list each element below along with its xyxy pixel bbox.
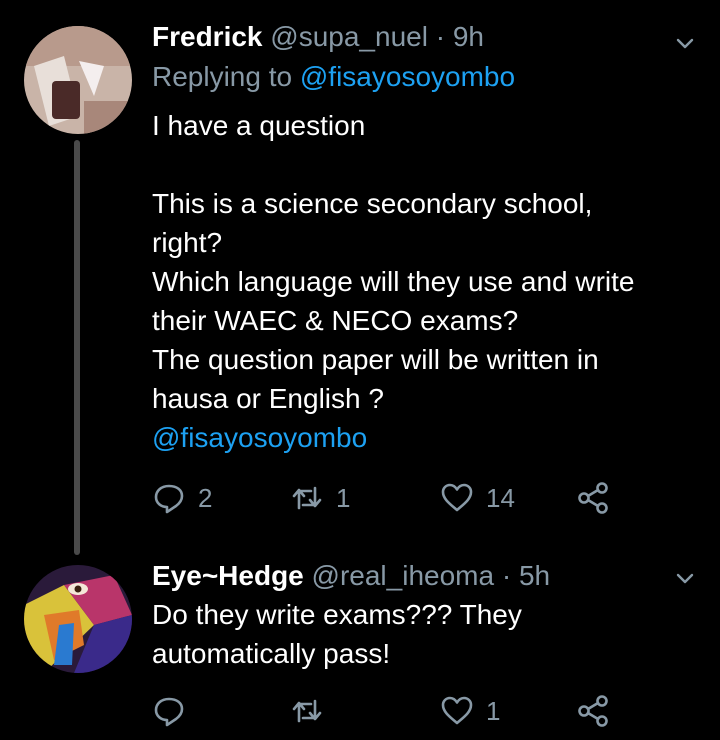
retweet-button[interactable] — [290, 691, 336, 731]
body-mention[interactable]: @fisayosoyombo — [152, 418, 692, 457]
heart-icon — [441, 696, 473, 725]
tweet-text: Do they write exams??? They automaticall… — [152, 595, 692, 673]
heart-icon — [441, 483, 473, 512]
share-icon — [578, 482, 608, 514]
user-handle[interactable]: @supa_nuel — [270, 21, 428, 52]
like-button[interactable]: 1 — [440, 691, 500, 731]
share-button[interactable] — [576, 691, 622, 731]
tweet-line: right? — [152, 227, 223, 258]
tweet-line: Do they write exams??? They — [152, 599, 522, 630]
like-count: 1 — [486, 695, 501, 726]
like-button[interactable]: 14 — [440, 478, 515, 518]
retweet-icon — [292, 699, 322, 723]
share-icon — [578, 695, 608, 727]
chevron-down-icon[interactable] — [674, 32, 696, 54]
tweet-line: automatically pass! — [152, 638, 391, 669]
display-name[interactable]: Eye~Hedge — [152, 560, 304, 591]
tweet-header: Fredrick @supa_nuel · 9h — [152, 20, 484, 54]
reply-icon — [154, 697, 184, 727]
tweet-line: The question paper will be written in — [152, 344, 599, 375]
display-name[interactable]: Fredrick — [152, 21, 263, 52]
tweet-text: I have a question This is a science seco… — [152, 106, 692, 457]
retweet-icon — [292, 486, 322, 510]
action-bar: 2 1 14 — [152, 478, 712, 518]
reply-icon — [154, 484, 184, 514]
user-handle[interactable]: @real_iheoma — [312, 560, 495, 591]
reply-button[interactable]: 2 — [152, 478, 212, 518]
action-bar: 1 — [152, 691, 712, 731]
replying-mention[interactable]: @fisayosoyombo — [300, 61, 515, 92]
thread-line — [74, 140, 80, 555]
replying-to: Replying to @fisayosoyombo — [152, 60, 515, 94]
reply-count: 2 — [198, 482, 213, 513]
tweet-line: hausa or English ? — [152, 383, 384, 414]
retweet-count: 1 — [336, 482, 351, 513]
tweet-line: their WAEC & NECO exams? — [152, 305, 519, 336]
timestamp[interactable]: 9h — [453, 21, 484, 52]
chevron-down-icon[interactable] — [674, 567, 696, 589]
like-count: 14 — [486, 482, 515, 513]
separator-dot: · — [435, 21, 446, 52]
tweet-line: I have a question — [152, 110, 366, 141]
retweet-button[interactable]: 1 — [290, 478, 350, 518]
separator-dot: · — [501, 560, 512, 591]
reply-button[interactable] — [152, 691, 198, 731]
share-button[interactable] — [576, 478, 622, 518]
tweet-line: Which language will they use and write — [152, 266, 635, 297]
tweet-line: This is a science secondary school, — [152, 188, 593, 219]
tweet-fredrick[interactable]: Fredrick @supa_nuel · 9h Replying to @fi… — [0, 0, 720, 555]
timestamp[interactable]: 5h — [519, 560, 550, 591]
tweet-header: Eye~Hedge @real_iheoma · 5h — [152, 559, 550, 593]
tweet-eye-hedge[interactable]: Eye~Hedge @real_iheoma · 5h Do they writ… — [0, 545, 720, 740]
avatar[interactable] — [24, 26, 132, 134]
replying-prefix: Replying to — [152, 61, 293, 92]
avatar[interactable] — [24, 565, 132, 673]
